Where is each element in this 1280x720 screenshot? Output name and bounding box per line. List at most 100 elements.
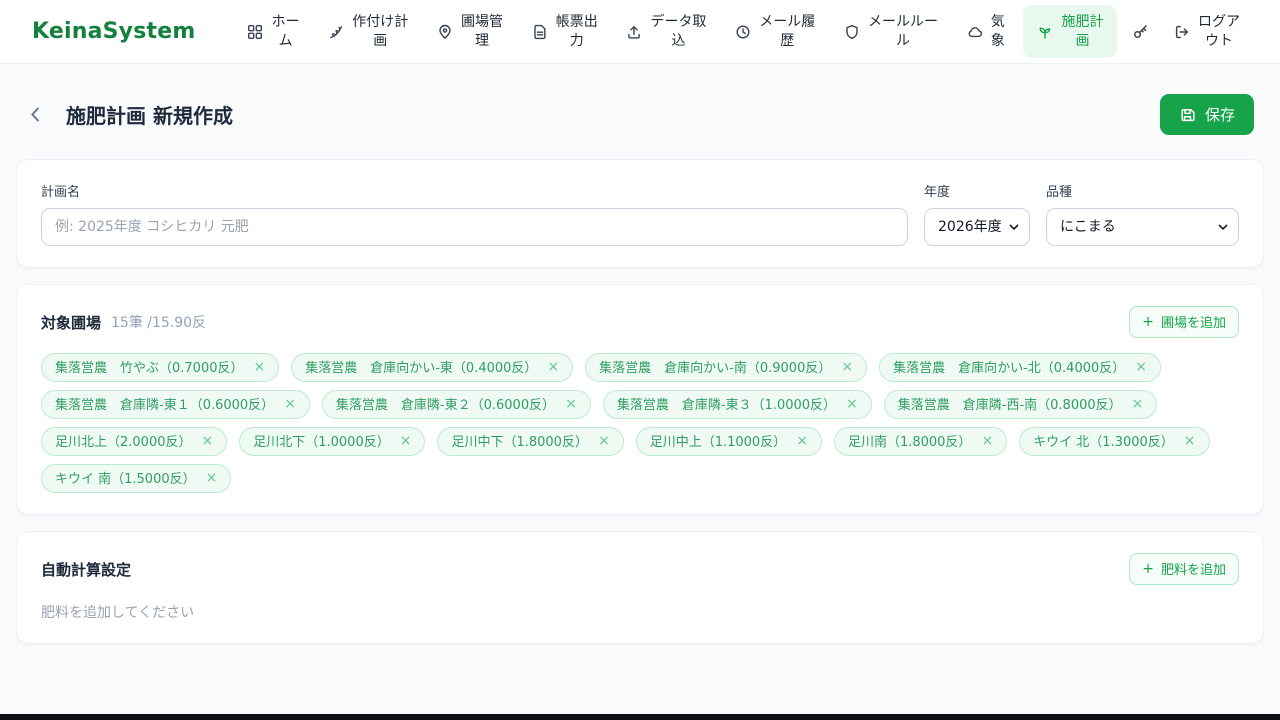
- logout-icon: [1174, 24, 1190, 40]
- clock-history-icon: [735, 24, 751, 40]
- auto-calc-card: 自動計算設定 + 肥料を追加 肥料を追加してください: [16, 531, 1264, 644]
- sprout-icon: [1037, 24, 1053, 40]
- target-fields-summary: 15筆 /15.90反: [111, 315, 207, 331]
- shield-icon: [844, 24, 860, 40]
- remove-field-button[interactable]: ×: [565, 397, 577, 411]
- remove-field-button[interactable]: ×: [400, 434, 412, 448]
- nav-item-data-import[interactable]: データ取 込: [616, 6, 716, 56]
- field-chip: キウイ 北（1.3000反） ×: [1019, 427, 1210, 456]
- field-chip-list: 集落営農 竹やぶ（0.7000反） × 集落営農 倉庫向かい-東（0.4000反）…: [41, 353, 1239, 493]
- field-chip-label: キウイ 北（1.3000反）: [1033, 435, 1174, 450]
- remove-field-button[interactable]: ×: [598, 434, 610, 448]
- remove-field-button[interactable]: ×: [981, 434, 993, 448]
- field-chip: 集落営農 倉庫隣-東３（1.0000反） ×: [602, 390, 872, 419]
- chevron-left-icon: [31, 107, 39, 122]
- save-button-label: 保存: [1204, 106, 1235, 124]
- plus-icon: +: [1142, 560, 1154, 577]
- key-icon: [1132, 23, 1149, 40]
- main-content: 施肥計画 新規作成 保存 計画名 年度 2026年度: [0, 64, 1280, 644]
- field-chip-label: 足川南（1.8000反）: [847, 435, 972, 450]
- nav-label: 施肥計 画: [1061, 14, 1104, 49]
- field-chip: 足川中下（1.8000反） ×: [437, 427, 624, 456]
- bottom-bar: [0, 714, 1280, 720]
- upload-icon: [626, 24, 642, 40]
- top-navbar: KeinaSystem ホー ム 作付け計 画 圃場管 理 帳票出 力 データ取…: [0, 0, 1280, 64]
- add-field-button[interactable]: + 圃場を追加: [1129, 306, 1239, 338]
- nav-label: メールルー ル: [867, 14, 938, 49]
- variety-label: 品種: [1046, 185, 1073, 200]
- field-chip: 集落営農 倉庫隣-東１（0.6000反） ×: [41, 390, 310, 419]
- remove-field-button[interactable]: ×: [284, 397, 296, 411]
- variety-select[interactable]: にこまる: [1046, 208, 1239, 246]
- nav-item-field-management[interactable]: 圃場管 理: [427, 6, 513, 56]
- remove-field-button[interactable]: ×: [1135, 360, 1147, 374]
- field-chip-label: 集落営農 倉庫隣-西-南（0.8000反）: [897, 398, 1122, 413]
- field-chip-label: 集落営農 倉庫向かい-南（0.9000反）: [599, 361, 832, 376]
- field-chip: 足川中上（1.1000反） ×: [635, 427, 822, 456]
- auto-calc-title: 自動計算設定: [41, 560, 132, 579]
- nav-item-logout[interactable]: ログア ウト: [1164, 6, 1250, 56]
- field-chip-label: 集落営農 倉庫向かい-北（0.4000反）: [893, 361, 1126, 376]
- plus-icon: +: [1142, 313, 1154, 330]
- add-fertilizer-button[interactable]: + 肥料を追加: [1129, 553, 1239, 585]
- nav-item-planting-plan[interactable]: 作付け計 画: [318, 6, 418, 56]
- field-chip-label: 足川中下（1.8000反）: [451, 435, 588, 450]
- back-button[interactable]: [26, 105, 45, 124]
- target-fields-title: 対象圃場: [41, 313, 102, 332]
- nav-label: 作付け計 画: [352, 14, 409, 49]
- variety-field: 品種 にこまる: [1046, 181, 1239, 246]
- remove-field-button[interactable]: ×: [547, 360, 559, 374]
- nav-item-home[interactable]: ホー ム: [237, 6, 309, 56]
- field-chip-label: 集落営農 倉庫隣-東３（1.0000反）: [616, 398, 837, 413]
- field-chip: 足川南（1.8000反） ×: [833, 427, 1008, 456]
- nav-label: ログア ウト: [1197, 14, 1240, 49]
- nav-label: ホー ム: [271, 14, 300, 49]
- field-chip: 集落営農 倉庫向かい-東（0.4000反） ×: [291, 353, 574, 382]
- field-chip-label: 足川北上（2.0000反）: [55, 435, 192, 450]
- plan-name-input[interactable]: [41, 208, 908, 246]
- field-chip-label: 足川北下（1.0000反）: [253, 435, 390, 450]
- page-title: 施肥計画 新規作成: [66, 104, 233, 128]
- field-chip-label: 集落営農 倉庫隣-東１（0.6000反）: [55, 398, 275, 413]
- save-button[interactable]: 保存: [1159, 94, 1254, 135]
- field-chip: 足川北下（1.0000反） ×: [239, 427, 426, 456]
- nav-item-password-key[interactable]: [1126, 16, 1155, 47]
- remove-field-button[interactable]: ×: [202, 434, 214, 448]
- field-chip: 集落営農 倉庫向かい-南（0.9000反） ×: [585, 353, 868, 382]
- nav-item-weather[interactable]: 気 象: [957, 6, 1015, 56]
- field-chip-label: 足川中上（1.1000反）: [649, 435, 787, 450]
- plan-name-field: 計画名: [41, 181, 908, 246]
- remove-field-button[interactable]: ×: [1132, 397, 1144, 411]
- app-logo[interactable]: KeinaSystem: [32, 19, 195, 44]
- wheat-icon: [328, 24, 344, 40]
- year-select[interactable]: 2026年度: [924, 208, 1030, 246]
- nav-item-fertilization-plan[interactable]: 施肥計 画: [1023, 5, 1118, 58]
- remove-field-button[interactable]: ×: [796, 434, 808, 448]
- map-pin-icon: [437, 24, 453, 40]
- nav-label: 圃場管 理: [460, 14, 503, 49]
- remove-field-button[interactable]: ×: [846, 397, 858, 411]
- year-label: 年度: [924, 185, 951, 200]
- page-header: 施肥計画 新規作成 保存: [26, 94, 1254, 135]
- plan-form-card: 計画名 年度 2026年度 品種 にこまる: [16, 159, 1264, 268]
- field-chip: 集落営農 倉庫隣-東２（0.6000反） ×: [321, 390, 591, 419]
- cloud-icon: [967, 24, 983, 40]
- field-chip-label: キウイ 南（1.5000反）: [55, 472, 196, 487]
- add-fertilizer-button-label: 肥料を追加: [1160, 563, 1226, 578]
- target-fields-card: 対象圃場 15筆 /15.90反 + 圃場を追加 集落営農 竹やぶ（0.7000…: [16, 284, 1264, 515]
- remove-field-button[interactable]: ×: [841, 360, 853, 374]
- nav-label: データ取 込: [650, 14, 707, 49]
- remove-field-button[interactable]: ×: [206, 471, 218, 485]
- save-icon: [1181, 108, 1195, 122]
- nav-item-mail-rules[interactable]: メールルー ル: [834, 6, 948, 56]
- field-chip: 足川北上（2.0000反） ×: [41, 427, 228, 456]
- field-chip: キウイ 南（1.5000反） ×: [41, 464, 232, 493]
- nav-item-mail-history[interactable]: メール履 歴: [725, 6, 825, 56]
- field-chip: 集落営農 倉庫向かい-北（0.4000反） ×: [879, 353, 1161, 382]
- plan-name-label: 計画名: [41, 185, 81, 200]
- main-nav: ホー ム 作付け計 画 圃場管 理 帳票出 力 データ取 込 メール履 歴 メー…: [237, 5, 1250, 58]
- remove-field-button[interactable]: ×: [254, 360, 266, 374]
- remove-field-button[interactable]: ×: [1184, 434, 1196, 448]
- field-chip: 集落営農 竹やぶ（0.7000反） ×: [41, 353, 280, 382]
- nav-item-report-output[interactable]: 帳票出 力: [522, 6, 608, 56]
